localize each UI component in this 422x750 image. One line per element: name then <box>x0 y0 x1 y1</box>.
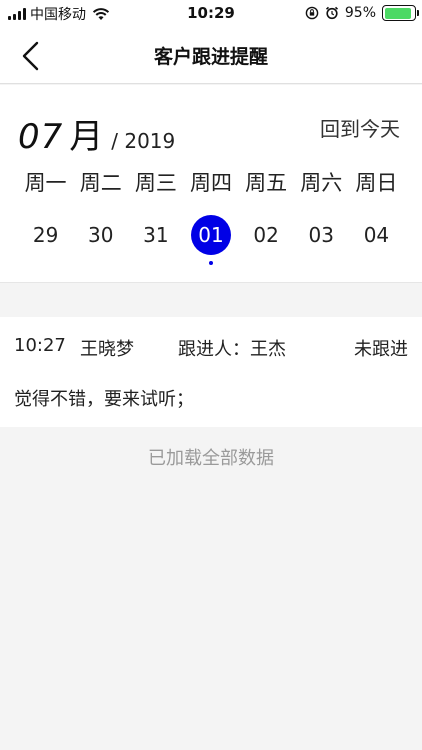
date-row: 29 30 31 01 02 03 04 <box>0 215 422 265</box>
status-right: 95% <box>305 4 419 22</box>
weekday-sat: 周六 <box>300 171 343 195</box>
all-loaded-text: 已加载全部数据 <box>148 448 274 469</box>
date-number: 03 <box>308 223 334 247</box>
week-calendar: 07 月 / 2019 回到今天 周一 周二 周三 周四 周五 周六 周日 29… <box>0 85 422 283</box>
status-bar: 中国移动 10:29 95% <box>0 0 422 28</box>
alarm-icon <box>325 6 338 20</box>
battery-icon <box>382 5 419 21</box>
year-label: / 2019 <box>111 129 176 153</box>
weekday-wed: 周三 <box>134 171 177 195</box>
date-cell[interactable]: 04 <box>349 215 404 255</box>
weekday-sun: 周日 <box>355 171 398 195</box>
record-note: 觉得不错，要来试听； <box>14 389 194 410</box>
date-number: 30 <box>87 223 114 247</box>
rotation-lock-icon <box>305 6 319 20</box>
date-cell[interactable]: 31 <box>128 215 183 255</box>
weekday-thu: 周四 <box>189 171 232 195</box>
follower-label: 跟进人：王杰 <box>178 339 286 360</box>
customer-name: 王晓梦 <box>80 339 134 360</box>
page-title: 客户跟进提醒 <box>153 46 268 68</box>
back-to-today-button[interactable]: 回到今天 <box>320 113 400 142</box>
follow-status: 未跟进 <box>354 339 408 360</box>
battery-percent: 95% <box>344 5 376 21</box>
date-cell-selected[interactable]: 01 <box>183 215 238 265</box>
date-cell[interactable]: 03 <box>294 215 349 255</box>
weekday-fri: 周五 <box>245 171 288 195</box>
date-number: 31 <box>143 223 169 247</box>
weekday-tue: 周二 <box>79 171 122 195</box>
month-char: 月 <box>69 117 104 157</box>
month-number: 07 <box>18 117 64 157</box>
weekday-mon: 周一 <box>24 171 67 195</box>
date-number: 29 <box>32 223 59 247</box>
date-cell[interactable]: 29 <box>18 215 73 255</box>
date-number: 01 <box>198 223 224 247</box>
date-number: 02 <box>253 223 279 247</box>
nav-bar: 客户跟进提醒 <box>0 28 422 84</box>
date-cell[interactable]: 30 <box>73 215 128 255</box>
reminder-record[interactable]: 10:27 王晓梦 跟进人：王杰 未跟进 觉得不错，要来试听； <box>0 317 422 427</box>
date-cell[interactable]: 02 <box>239 215 294 255</box>
date-number: 04 <box>363 223 390 247</box>
month-header: 07 月 / 2019 <box>18 109 175 158</box>
event-dot-indicator <box>208 261 213 265</box>
record-time: 10:27 <box>14 335 66 356</box>
record-summary: 10:27 王晓梦 跟进人：王杰 未跟进 <box>14 335 408 361</box>
weekday-row: 周一 周二 周三 周四 周五 周六 周日 <box>0 167 422 197</box>
